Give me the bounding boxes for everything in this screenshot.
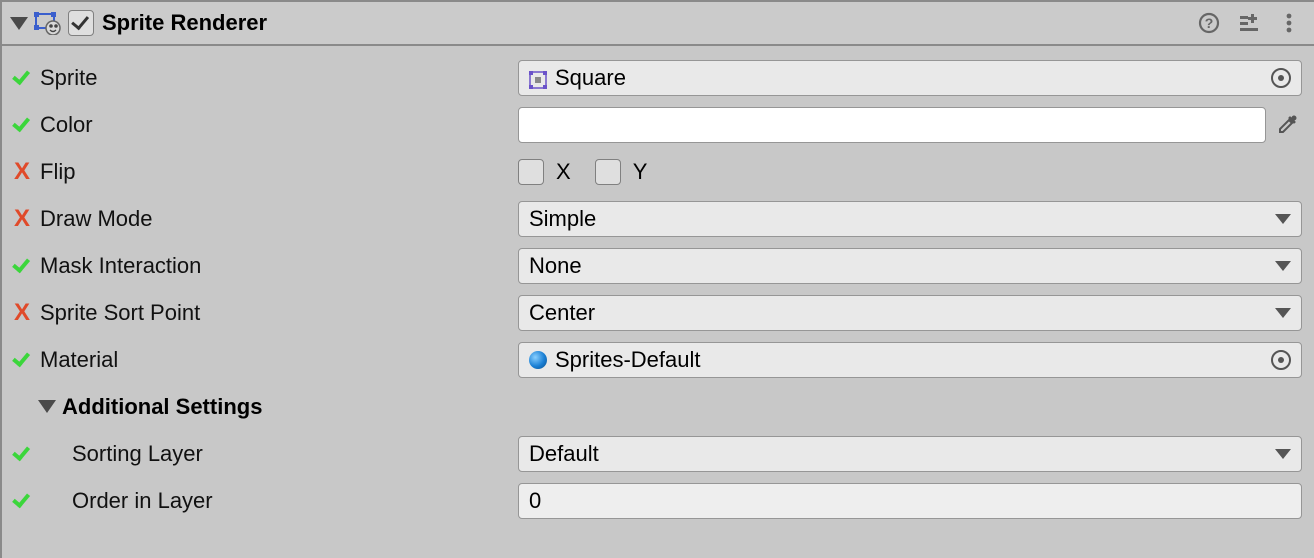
draw-mode-dropdown[interactable]: Simple	[518, 201, 1302, 237]
row-material: Material Sprites-Default	[10, 336, 1302, 383]
status-icon	[10, 496, 34, 506]
label-flip: Flip	[40, 159, 75, 185]
label-additional-settings: Additional Settings	[62, 394, 262, 420]
label-order-in-layer: Order in Layer	[40, 488, 213, 514]
foldout-arrow-icon[interactable]	[10, 17, 28, 30]
material-object-field[interactable]: Sprites-Default	[518, 342, 1302, 378]
component-title: Sprite Renderer	[102, 10, 267, 36]
sorting-layer-dropdown[interactable]: Default	[518, 436, 1302, 472]
row-flip: X Flip X Y	[10, 148, 1302, 195]
order-in-layer-value: 0	[529, 488, 541, 514]
status-icon: X	[10, 207, 34, 231]
sprite-sort-point-dropdown[interactable]: Center	[518, 295, 1302, 331]
flip-y-checkbox[interactable]	[595, 159, 621, 185]
flip-x-label: X	[556, 159, 571, 185]
row-draw-mode: X Draw Mode Simple	[10, 195, 1302, 242]
label-material: Material	[40, 347, 118, 373]
chevron-down-icon	[1275, 308, 1291, 318]
help-icon[interactable]: ?	[1192, 6, 1226, 40]
chevron-down-icon	[1275, 261, 1291, 271]
context-menu-icon[interactable]	[1272, 6, 1306, 40]
chevron-down-icon	[1275, 449, 1291, 459]
label-sorting-layer: Sorting Layer	[40, 441, 203, 467]
label-color: Color	[40, 112, 93, 138]
status-icon	[10, 120, 34, 130]
mask-interaction-value: None	[529, 253, 582, 279]
label-draw-mode: Draw Mode	[40, 206, 152, 232]
row-color: Color	[10, 101, 1302, 148]
flip-y-label: Y	[633, 159, 648, 185]
sprite-object-field[interactable]: Square	[518, 60, 1302, 96]
sorting-layer-value: Default	[529, 441, 599, 467]
component-enable-checkbox[interactable]	[68, 10, 94, 36]
flip-x-checkbox[interactable]	[518, 159, 544, 185]
material-value: Sprites-Default	[555, 347, 701, 373]
status-icon: X	[10, 160, 34, 184]
color-field[interactable]	[518, 107, 1266, 143]
row-additional-settings[interactable]: Additional Settings	[10, 383, 1302, 430]
eyedropper-icon[interactable]	[1272, 110, 1302, 140]
mask-interaction-dropdown[interactable]: None	[518, 248, 1302, 284]
row-sorting-layer: Sorting Layer Default	[10, 430, 1302, 477]
draw-mode-value: Simple	[529, 206, 596, 232]
properties-panel: Sprite Square Color X Flip X	[2, 46, 1314, 524]
status-icon	[10, 73, 34, 83]
label-mask-interaction: Mask Interaction	[40, 253, 201, 279]
order-in-layer-input[interactable]: 0	[518, 483, 1302, 519]
row-sprite-sort-point: X Sprite Sort Point Center	[10, 289, 1302, 336]
label-sprite-sort-point: Sprite Sort Point	[40, 300, 200, 326]
sprite-value: Square	[555, 65, 626, 91]
sprite-renderer-icon	[34, 11, 62, 35]
sprite-sort-point-value: Center	[529, 300, 595, 326]
foldout-arrow-icon[interactable]	[38, 400, 56, 413]
object-picker-icon[interactable]	[1271, 68, 1291, 88]
material-asset-icon	[529, 351, 547, 369]
status-icon: X	[10, 301, 34, 325]
chevron-down-icon	[1275, 214, 1291, 224]
row-order-in-layer: Order in Layer 0	[10, 477, 1302, 524]
row-sprite: Sprite Square	[10, 54, 1302, 101]
preset-icon[interactable]	[1232, 6, 1266, 40]
object-picker-icon[interactable]	[1271, 350, 1291, 370]
component-header: Sprite Renderer ?	[2, 0, 1314, 46]
sprite-asset-icon	[529, 69, 547, 87]
row-mask-interaction: Mask Interaction None	[10, 242, 1302, 289]
status-icon	[10, 449, 34, 459]
svg-text:?: ?	[1205, 15, 1214, 31]
status-icon	[10, 261, 34, 271]
status-icon	[10, 355, 34, 365]
label-sprite: Sprite	[40, 65, 97, 91]
